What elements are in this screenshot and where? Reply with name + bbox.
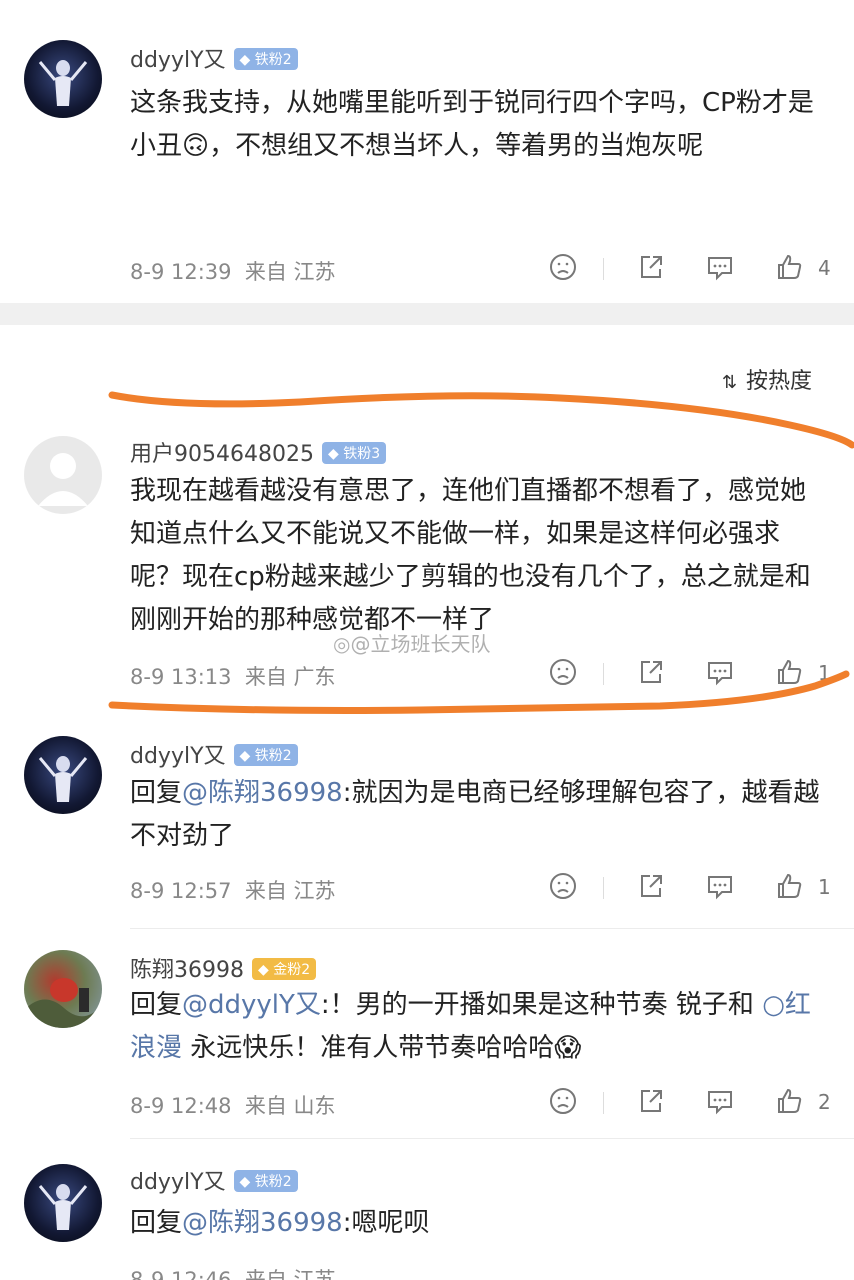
mention-link[interactable]: @ddyylY又 — [182, 990, 321, 1020]
comment-text: 我现在越看越没有意思了，连他们直播都不想看了，感觉她知道点什么又不能说又不能做一… — [130, 476, 811, 635]
separator — [603, 663, 604, 685]
share-icon[interactable] — [636, 252, 666, 286]
avatar[interactable] — [24, 436, 102, 514]
like-button[interactable]: 2 — [774, 1086, 838, 1120]
avatar[interactable] — [24, 40, 102, 118]
separator — [603, 258, 604, 280]
divider — [130, 928, 854, 929]
comment-actions: 1 — [548, 871, 838, 905]
dislike-icon[interactable] — [548, 871, 578, 905]
comment-text: 回复@陈翔36998:嗯呢呗 — [130, 1208, 430, 1238]
comment-item: ddyylY又 ◆ 铁粉2 回复@陈翔36998:就因为是电商已经够理解包容了，越… — [0, 720, 854, 930]
share-icon[interactable] — [636, 871, 666, 905]
username[interactable]: ddyylY又 ◆ 铁粉2 — [130, 1164, 298, 1196]
username[interactable]: 陈翔36998 ◆ 金粉2 — [130, 952, 317, 984]
like-count: 1 — [818, 875, 831, 899]
avatar[interactable] — [24, 736, 102, 814]
thumbs-up-icon — [778, 1088, 802, 1113]
dislike-icon[interactable] — [548, 657, 578, 691]
timestamp: 8-9 12:57 — [130, 879, 232, 903]
username[interactable]: 用户9054648025 ◆ 铁粉3 — [130, 436, 387, 468]
location: 来自 江苏 — [244, 1268, 336, 1280]
username[interactable]: ddyylY又 ◆ 铁粉2 — [130, 42, 298, 74]
share-icon[interactable] — [636, 1086, 666, 1120]
comment-meta: 8-9 12:48 来自 山东 — [130, 1090, 336, 1120]
comment-meta: 8-9 13:13 来自 广东 — [130, 661, 336, 691]
sort-toggle[interactable]: ⇅ 按热度 — [722, 363, 812, 395]
thumbs-up-icon — [778, 659, 802, 684]
thumbs-up-icon — [778, 254, 802, 279]
section-separator — [0, 303, 854, 325]
comment-item: 用户9054648025 ◆ 铁粉3 我现在越看越没有意思了，连他们直播都不想看了… — [0, 420, 854, 720]
comment-text: 这条我支持，从她嘴里能听到于锐同行四个字吗，CP粉才是小丑🙃，不想组又不想当坏人… — [130, 88, 814, 161]
comment-icon[interactable] — [705, 1086, 735, 1120]
comment-meta: 8-9 12:46 来自 江苏 — [130, 1264, 336, 1280]
sort-icon: ⇅ — [722, 372, 738, 393]
comment-actions: 4 — [548, 252, 838, 286]
comment-text: 回复@ddyylY又:！男的一开播如果是这种节奏 锐子和 ○红浪漫 永远快乐！准… — [130, 990, 811, 1063]
location: 来自 江苏 — [244, 879, 336, 903]
like-count: 4 — [818, 256, 831, 280]
comment-item: ddyylY又 ◆ 铁粉2 回复@陈翔36998:嗯呢呗 8-9 12:46 来自… — [0, 1140, 854, 1280]
dislike-icon[interactable] — [548, 252, 578, 286]
dislike-icon[interactable] — [548, 1086, 578, 1120]
fan-badge: ◆ 铁粉2 — [233, 48, 298, 70]
watermark: ◎@立场班长天队 — [333, 632, 491, 656]
comment-actions: 1 — [548, 657, 838, 691]
like-button[interactable]: 4 — [774, 252, 838, 286]
fan-badge: ◆ 铁粉2 — [233, 1170, 298, 1192]
mention-link[interactable]: @陈翔36998 — [182, 1208, 343, 1238]
comment-icon[interactable] — [705, 657, 735, 691]
divider — [130, 1138, 854, 1139]
location: 来自 江苏 — [244, 260, 336, 284]
thumbs-up-icon — [778, 873, 802, 898]
comment-item: ddyylY又 ◆ 铁粉2 这条我支持，从她嘴里能听到于锐同行四个字吗，CP粉才是… — [0, 0, 854, 303]
separator — [603, 1092, 604, 1114]
comment-actions: 2 — [548, 1086, 838, 1120]
avatar[interactable] — [24, 1164, 102, 1242]
comment-meta: 8-9 12:39 来自 江苏 — [130, 256, 336, 286]
comment-icon[interactable] — [705, 252, 735, 286]
location: 来自 广东 — [244, 665, 336, 689]
fan-badge: ◆ 金粉2 — [252, 958, 317, 980]
search-icon: ○ — [762, 990, 785, 1020]
fan-badge: ◆ 铁粉3 — [321, 442, 387, 464]
like-button[interactable]: 1 — [774, 657, 838, 691]
username[interactable]: ddyylY又 ◆ 铁粉2 — [130, 738, 298, 770]
like-count: 1 — [818, 661, 831, 685]
comment-item: 陈翔36998 ◆ 金粉2 回复@ddyylY又:！男的一开播如果是这种节奏 锐子… — [0, 930, 854, 1140]
timestamp: 8-9 12:39 — [130, 260, 232, 284]
comment-meta: 8-9 12:57 来自 江苏 — [130, 875, 336, 905]
share-icon[interactable] — [636, 657, 666, 691]
timestamp: 8-9 12:46 — [130, 1268, 232, 1280]
fan-badge: ◆ 铁粉2 — [233, 744, 298, 766]
avatar[interactable] — [24, 950, 102, 1028]
like-count: 2 — [818, 1090, 831, 1114]
mention-link[interactable]: @陈翔36998 — [182, 778, 343, 808]
location: 来自 山东 — [244, 1094, 336, 1118]
timestamp: 8-9 12:48 — [130, 1094, 232, 1118]
like-button[interactable]: 1 — [774, 871, 838, 905]
separator — [603, 877, 604, 899]
timestamp: 8-9 13:13 — [130, 665, 232, 689]
comment-text: 回复@陈翔36998:就因为是电商已经够理解包容了，越看越不对劲了 — [130, 778, 820, 851]
comment-icon[interactable] — [705, 871, 735, 905]
